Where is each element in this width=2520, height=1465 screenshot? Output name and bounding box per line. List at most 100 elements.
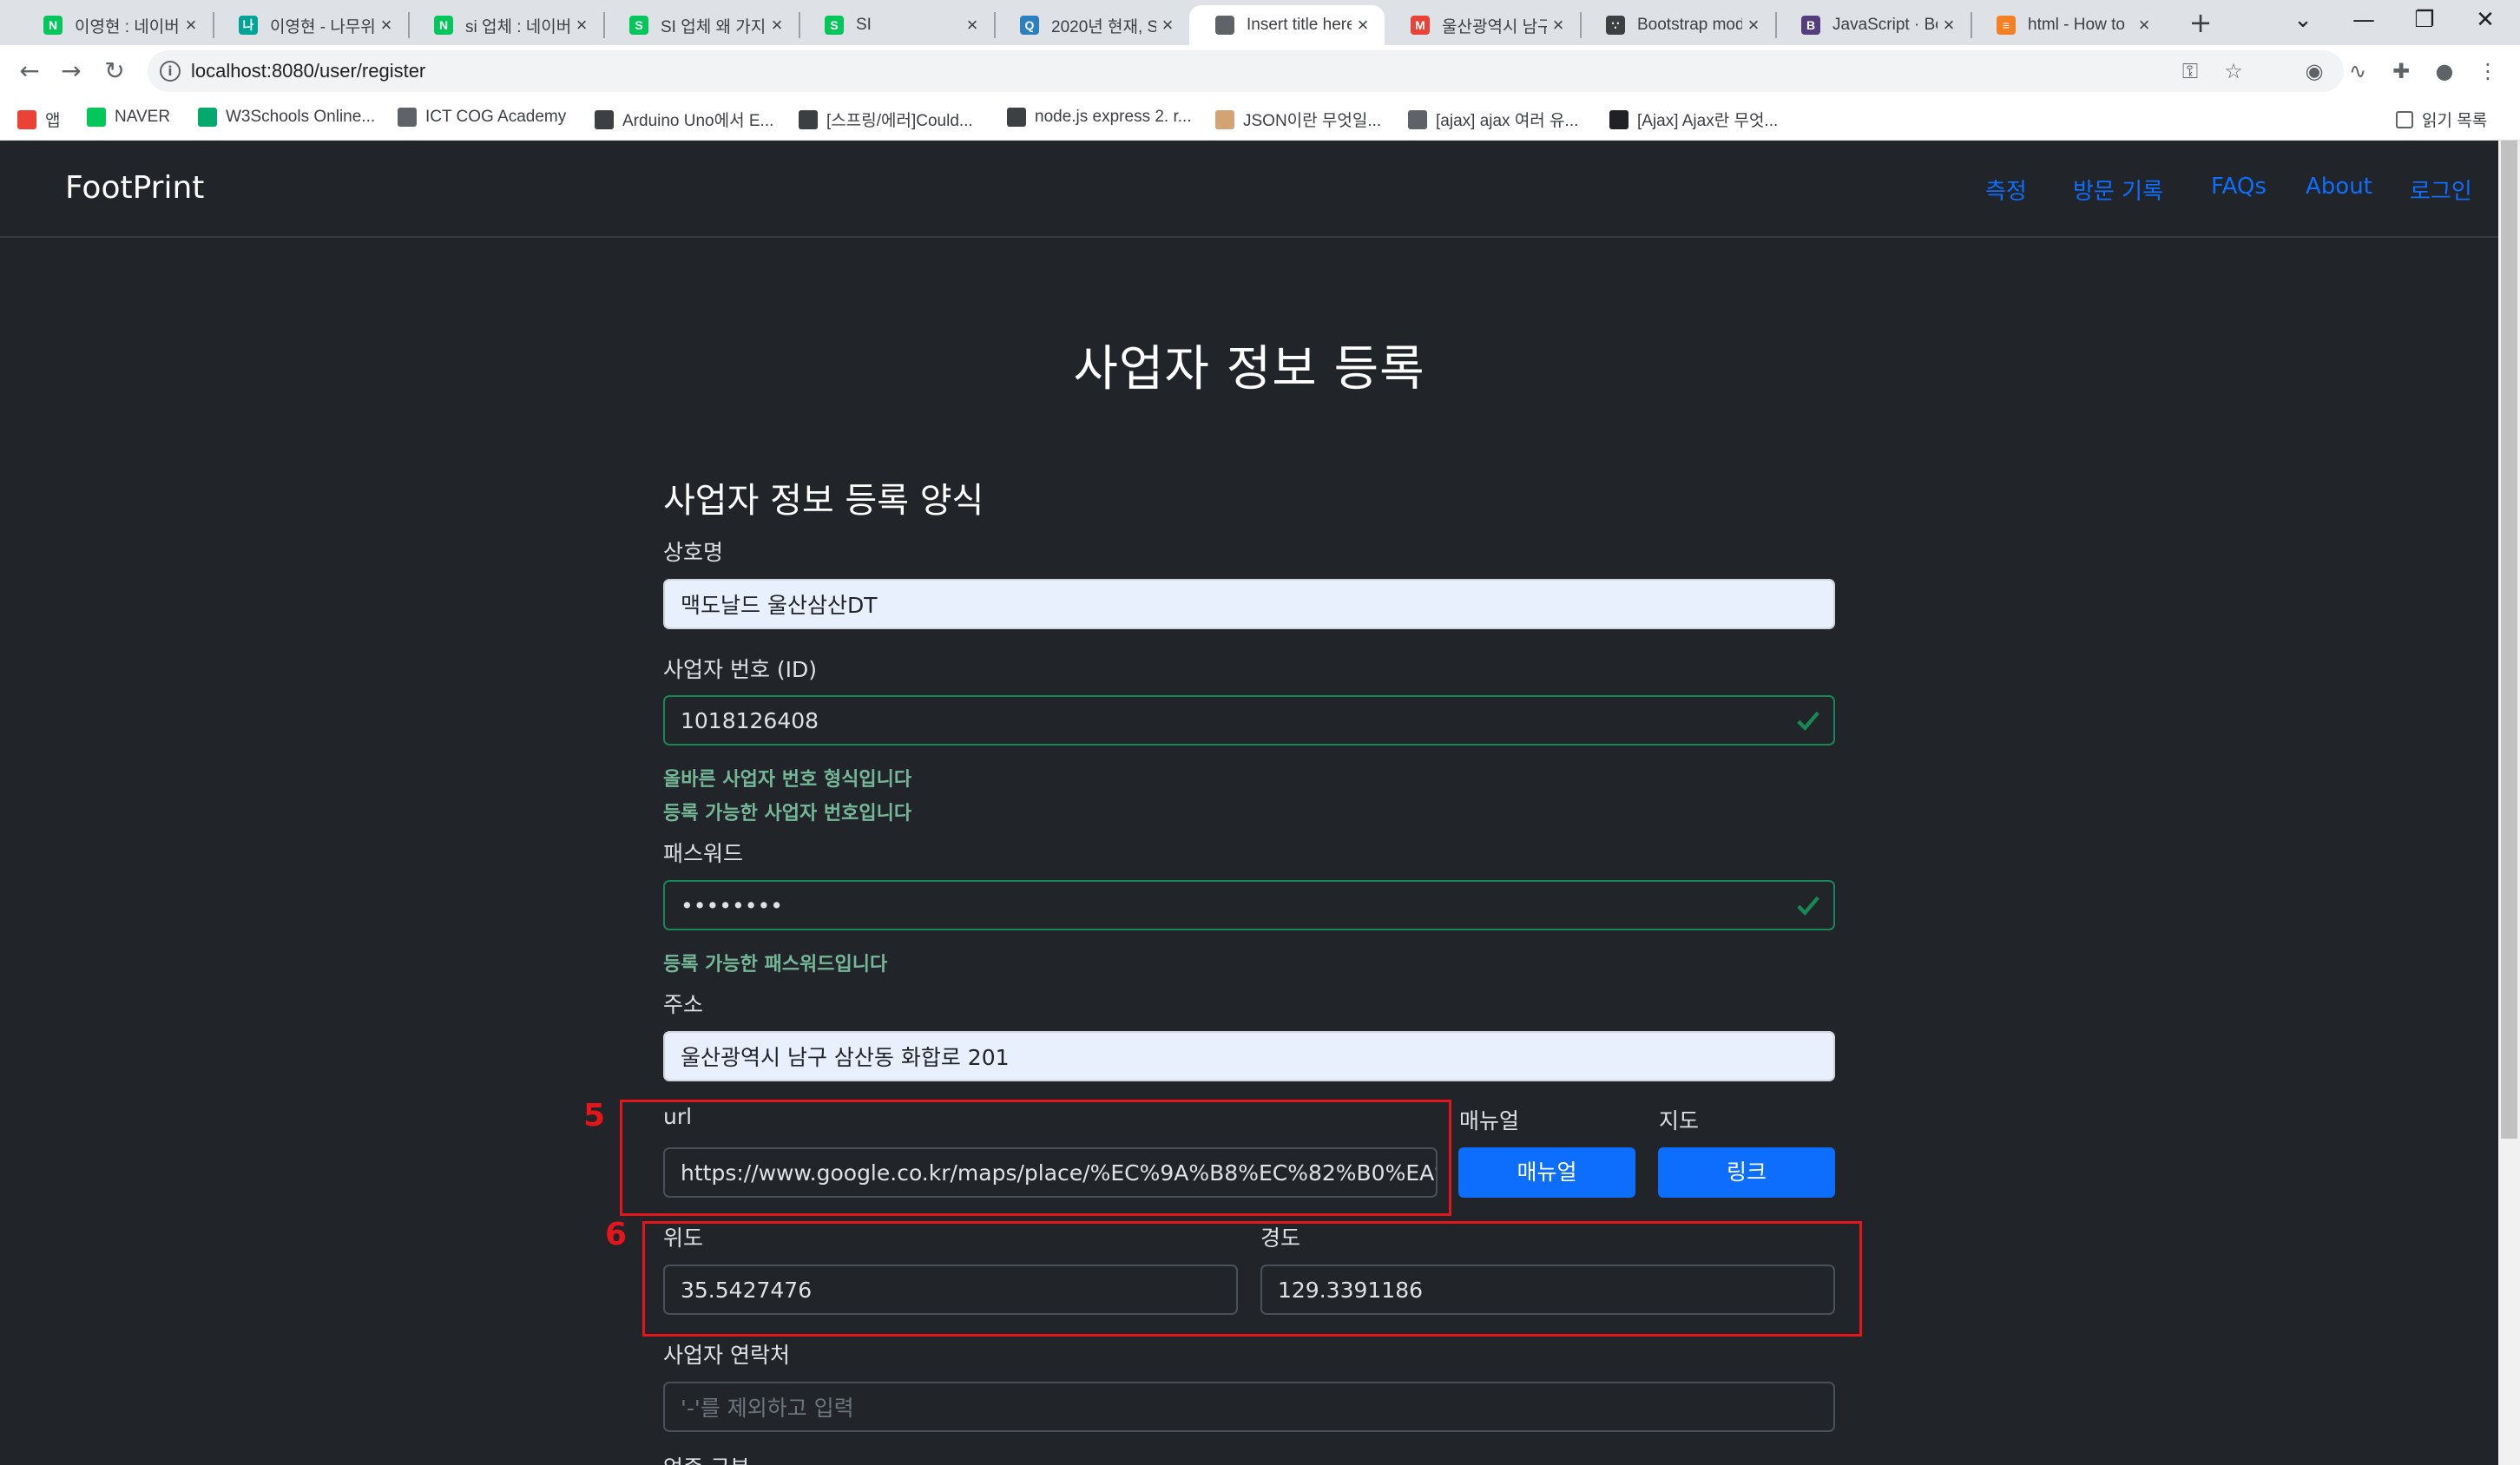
- store-name-label: 상호명: [663, 540, 724, 565]
- restore-icon[interactable]: ❐: [2394, 0, 2455, 40]
- tab-close-icon[interactable]: ×: [766, 14, 788, 36]
- bookmark-label: Arduino Uno에서 E...: [622, 112, 774, 130]
- bookmarks-bar: 읽기 목록 앱 NAVER W3Schools Online... ICT COG A…: [0, 97, 2520, 141]
- bookmark-item[interactable]: Arduino Uno에서 E...: [595, 108, 773, 131]
- site-info-icon[interactable]: i: [160, 61, 181, 82]
- site-brand[interactable]: FootPrint: [65, 170, 204, 206]
- contact-input[interactable]: '-'를 제외하고 입력: [663, 1382, 1835, 1432]
- bookmark-favicon-icon: [799, 109, 818, 129]
- tab-favicon-icon: N: [43, 16, 63, 35]
- new-tab-button[interactable]: +: [2183, 5, 2218, 40]
- tab-title: SI 업체 왜 가지: [661, 17, 766, 36]
- manual-button[interactable]: 매뉴얼: [1458, 1147, 1635, 1198]
- browser-tab[interactable]: 나 이영현 - 나무위 ×: [213, 5, 408, 45]
- key-icon[interactable]: ⚿: [2175, 56, 2206, 87]
- extension-wave-icon[interactable]: ∿: [2342, 56, 2373, 87]
- close-window-icon[interactable]: ✕: [2455, 0, 2516, 40]
- browser-tab[interactable]: M 울산광역시 남구 ×: [1385, 5, 1580, 45]
- browser-tab[interactable]: S SI 업체 왜 가지 ×: [603, 5, 799, 45]
- tab-title: 이영현 - 나무위: [270, 17, 375, 36]
- bookmark-favicon-icon: [595, 109, 614, 129]
- bookmark-item[interactable]: [스프링/에러]Could...: [799, 108, 973, 131]
- bookmark-star-icon[interactable]: ☆: [2218, 56, 2249, 87]
- password-label: 패스워드: [663, 841, 744, 866]
- browser-tab[interactable]: ≡ html - How to ×: [1971, 5, 2166, 45]
- form-title: 사업자 정보 등록 양식: [663, 481, 984, 521]
- extensions-puzzle-icon[interactable]: ✚: [2385, 56, 2417, 87]
- browser-tab[interactable]: N 이영현 : 네이버 ×: [17, 5, 213, 45]
- store-name-input[interactable]: 맥도날드 울산삼산DT: [663, 579, 1835, 629]
- tab-close-icon[interactable]: ×: [1352, 14, 1374, 36]
- bookmark-item[interactable]: node.js express 2. r...: [1007, 108, 1192, 127]
- page-scrollbar-thumb[interactable]: [2501, 141, 2517, 1139]
- nav-link-faqs[interactable]: FAQs: [2211, 174, 2267, 200]
- tab-title: SI: [856, 16, 872, 34]
- bookmark-label: 앱: [45, 112, 61, 130]
- browser-tab[interactable]: Insert title here ×: [1189, 5, 1385, 45]
- bookmark-item[interactable]: 앱: [17, 108, 60, 131]
- reload-icon[interactable]: ↻: [97, 54, 132, 89]
- reading-list[interactable]: 읽기 목록: [2396, 108, 2487, 131]
- business-id-valid-format-message: 올바른 사업자 번호 형식입니다: [663, 769, 912, 791]
- extension-spy-icon[interactable]: ◉: [2299, 56, 2330, 87]
- forward-icon[interactable]: →: [54, 54, 89, 89]
- tab-favicon-icon: S: [825, 16, 844, 35]
- bookmark-item[interactable]: ICT COG Academy: [398, 108, 566, 127]
- address-input[interactable]: 울산광역시 남구 삼산동 화합로 201: [663, 1031, 1835, 1081]
- browser-tab[interactable]: Q 2020년 현재, SI ×: [994, 5, 1189, 45]
- address-text[interactable]: localhost:8080/user/register: [191, 60, 425, 82]
- tab-close-icon[interactable]: ×: [180, 14, 202, 36]
- address-bar-row: ← → ↻ i localhost:8080/user/register ⚿ ☆…: [0, 45, 2520, 97]
- bookmark-item[interactable]: NAVER: [87, 108, 170, 127]
- browser-tab-bar: + ⌄ — ❐ ✕ N 이영현 : 네이버 × 나 이영현 - 나무위 × Nsi 업체 :…: [0, 0, 2520, 45]
- annotation-number-6: 6: [605, 1217, 628, 1252]
- browser-tab[interactable]: S SI ×: [799, 5, 994, 45]
- tab-favicon-icon: N: [434, 16, 453, 35]
- browser-tab[interactable]: Nsi 업체 : 네이버 ×: [408, 5, 603, 45]
- bookmark-label: W3Schools Online...: [226, 108, 376, 126]
- tab-close-icon[interactable]: ×: [1742, 14, 1765, 36]
- bookmark-favicon-icon: [398, 108, 417, 127]
- nav-link-visit-history[interactable]: 방문 기록: [2073, 174, 2163, 206]
- bookmark-item[interactable]: W3Schools Online...: [198, 108, 375, 127]
- bookmark-label: [ajax] ajax 여러 유...: [1436, 112, 1579, 130]
- bookmark-favicon-icon: [1609, 109, 1628, 129]
- browser-tab[interactable]: B JavaScript · Boo×: [1775, 5, 1971, 45]
- business-id-available-message: 등록 가능한 사업자 번호입니다: [663, 803, 912, 824]
- tab-close-icon[interactable]: ×: [1938, 14, 1960, 36]
- tab-favicon-icon: B: [1801, 16, 1820, 35]
- password-input[interactable]: ••••••••: [663, 880, 1835, 930]
- bookmark-item[interactable]: JSON이란 무엇일...: [1215, 108, 1381, 131]
- bookmark-item[interactable]: [Ajax] Ajax란 무엇...: [1609, 108, 1778, 131]
- tab-search-icon[interactable]: ⌄: [2273, 0, 2333, 40]
- tab-close-icon[interactable]: ×: [2133, 14, 2155, 36]
- browser-menu-icon[interactable]: ⋮: [2472, 56, 2504, 87]
- tab-close-icon[interactable]: ×: [375, 14, 398, 36]
- valid-check-icon: [1797, 711, 1819, 731]
- tab-title: html - How to: [2028, 16, 2125, 34]
- tab-close-icon[interactable]: ×: [961, 14, 984, 36]
- password-valid-message: 등록 가능한 패스워드입니다: [663, 954, 888, 976]
- annotation-box-5: [620, 1100, 1451, 1216]
- tab-close-icon[interactable]: ×: [1547, 14, 1569, 36]
- tab-close-icon[interactable]: ×: [1156, 14, 1179, 36]
- site-navbar: FootPrint 측정 방문 기록 FAQs About 로그인: [0, 141, 2498, 238]
- nav-link-measure[interactable]: 측정: [1985, 174, 2027, 206]
- nav-link-login[interactable]: 로그인: [2410, 174, 2472, 206]
- address-bar[interactable]: i localhost:8080/user/register ⚿ ☆: [148, 50, 2344, 92]
- annotation-number-5: 5: [583, 1098, 606, 1133]
- bookmark-item[interactable]: [ajax] ajax 여러 유...: [1408, 108, 1578, 131]
- tab-close-icon[interactable]: ×: [570, 14, 593, 36]
- nav-link-about[interactable]: About: [2306, 174, 2372, 200]
- map-label: 지도: [1659, 1108, 1700, 1133]
- profile-avatar-icon[interactable]: ●: [2429, 56, 2460, 87]
- business-id-label: 사업자 번호 (ID): [663, 657, 818, 682]
- business-id-input[interactable]: 1018126408: [663, 695, 1835, 746]
- browser-tab[interactable]: ∵ Bootstrap modal×: [1580, 5, 1775, 45]
- minimize-icon[interactable]: —: [2333, 0, 2394, 40]
- bookmark-label: ICT COG Academy: [425, 108, 567, 126]
- password-value: ••••••••: [681, 892, 783, 918]
- back-icon[interactable]: ←: [12, 54, 47, 89]
- web-page: FootPrint 측정 방문 기록 FAQs About 로그인 사업자 정보…: [0, 141, 2498, 1465]
- map-link-button[interactable]: 링크: [1658, 1147, 1835, 1198]
